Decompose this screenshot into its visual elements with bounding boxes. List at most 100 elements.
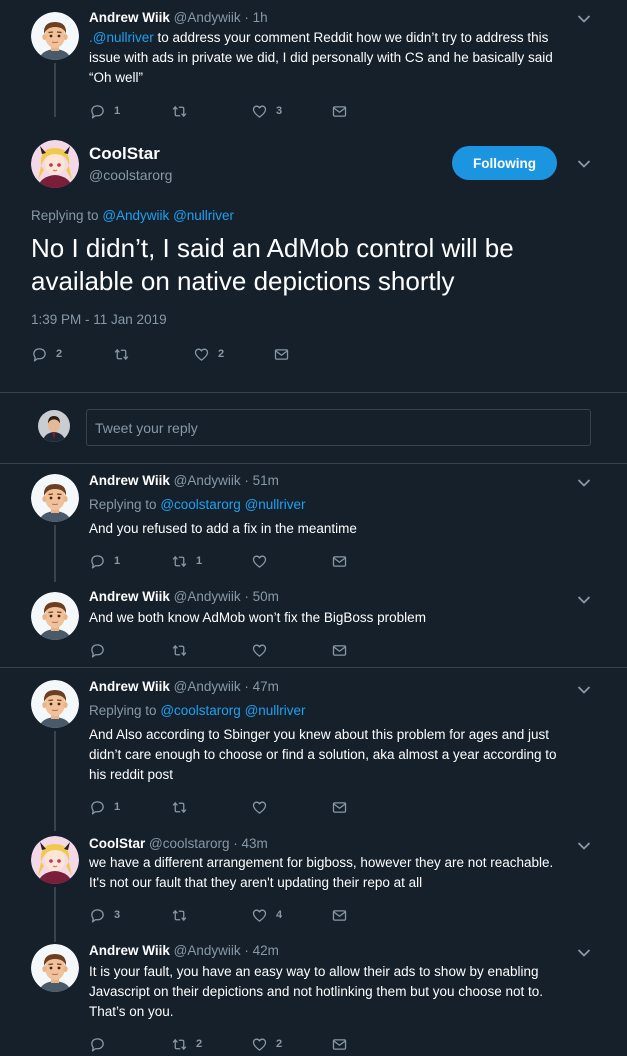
reply-button[interactable]	[89, 1034, 114, 1054]
mention-link[interactable]: @coolstarorg	[160, 703, 241, 718]
avatar[interactable]	[38, 410, 70, 442]
chevron-down-icon[interactable]	[577, 14, 591, 24]
retweet-button[interactable]	[171, 797, 196, 817]
author-name[interactable]: CoolStar	[89, 144, 160, 164]
chevron-down-icon[interactable]	[577, 948, 591, 958]
mention-link[interactable]: .@nullriver	[89, 30, 154, 45]
retweet-button[interactable]	[171, 640, 196, 660]
dm-button[interactable]	[273, 344, 298, 364]
heart-icon	[251, 1036, 268, 1053]
avatar[interactable]	[31, 140, 79, 188]
author-handle[interactable]: @Andywiik	[174, 943, 241, 958]
author-name[interactable]: Andrew Wiik	[89, 589, 170, 604]
tweet-text: .@nullriver to address your comment Redd…	[89, 28, 589, 88]
like-button[interactable]	[251, 551, 276, 571]
retweet-icon	[171, 1036, 188, 1053]
author-handle[interactable]: @coolstarorg	[89, 167, 172, 183]
dm-button[interactable]	[331, 905, 356, 925]
retweet-count: 1	[196, 555, 203, 567]
author-handle[interactable]: @Andywiik	[174, 589, 241, 604]
retweet-button[interactable]: 1	[171, 551, 202, 571]
dm-button[interactable]	[331, 101, 356, 121]
heart-icon	[251, 553, 268, 570]
author-name[interactable]: Andrew Wiik	[89, 10, 170, 25]
chevron-down-icon[interactable]	[577, 595, 591, 605]
author-name[interactable]: Andrew Wiik	[89, 473, 170, 488]
avatar[interactable]	[31, 680, 79, 728]
mention-link[interactable]: @Andywiik	[102, 208, 169, 223]
chevron-down-icon[interactable]	[577, 841, 591, 851]
tweet-time[interactable]: · 50m	[244, 589, 279, 604]
chevron-down-icon[interactable]	[577, 478, 591, 488]
reply-button[interactable]	[89, 640, 114, 660]
reply-button[interactable]: 1	[89, 101, 120, 121]
retweet-button[interactable]	[171, 905, 196, 925]
author-name[interactable]: Andrew Wiik	[89, 943, 170, 958]
like-count: 3	[276, 105, 283, 117]
author-handle[interactable]: @Andywiik	[174, 679, 241, 694]
author-name[interactable]: CoolStar	[89, 836, 145, 851]
avatar[interactable]	[31, 944, 79, 992]
avatar[interactable]	[31, 474, 79, 522]
retweet-button[interactable]	[171, 101, 196, 121]
avatar[interactable]	[31, 836, 79, 884]
retweet-button[interactable]: 2	[171, 1034, 202, 1054]
mention-link[interactable]: @coolstarorg	[160, 497, 241, 512]
chevron-down-icon[interactable]	[577, 159, 591, 169]
tweet-text-line: available on native depictions shortly	[31, 266, 455, 296]
chevron-down-icon[interactable]	[577, 685, 591, 695]
like-button[interactable]: 3	[251, 101, 282, 121]
reply-button[interactable]: 3	[89, 905, 120, 925]
envelope-icon	[331, 907, 348, 924]
dm-button[interactable]	[331, 551, 356, 571]
tweet-time[interactable]: · 42m	[244, 943, 279, 958]
tweet-time[interactable]: · 47m	[244, 679, 279, 694]
tweet-text-line: issue with ads in private we did, I did …	[89, 50, 553, 65]
tweet-text-line: his reddit post	[89, 767, 174, 782]
reply-button[interactable]: 1	[89, 551, 120, 571]
like-button[interactable]	[251, 797, 276, 817]
avatar[interactable]	[31, 592, 79, 640]
dm-button[interactable]	[331, 797, 356, 817]
author-name[interactable]: Andrew Wiik	[89, 679, 170, 694]
tweet-header: Andrew Wiik @Andywiik · 51m	[89, 473, 279, 488]
envelope-icon	[331, 799, 348, 816]
like-button[interactable]: 2	[193, 344, 224, 364]
tweet-time[interactable]: · 51m	[244, 473, 279, 488]
like-button[interactable]: 4	[251, 905, 282, 925]
heart-icon	[251, 907, 268, 924]
dm-button[interactable]	[331, 640, 356, 660]
envelope-icon	[331, 642, 348, 659]
mention-link[interactable]: @nullriver	[245, 497, 306, 512]
replying-to-label: Replying to	[89, 497, 157, 512]
author-handle[interactable]: @Andywiik	[174, 473, 241, 488]
dm-button[interactable]	[331, 1034, 356, 1054]
reply-count: 1	[114, 801, 121, 813]
reply-count: 2	[56, 348, 63, 360]
like-count: 2	[276, 1038, 283, 1050]
tweet-text-line: Javascript on their depictions and not h…	[89, 984, 544, 999]
tweet-timestamp[interactable]: 1:39 PM - 11 Jan 2019	[31, 312, 167, 327]
like-button[interactable]	[251, 640, 276, 660]
mention-link[interactable]: @nullriver	[245, 703, 306, 718]
reply-button[interactable]: 2	[31, 344, 62, 364]
thread-line	[54, 63, 56, 117]
retweet-button[interactable]	[113, 344, 138, 364]
thread-line	[54, 731, 56, 831]
following-button[interactable]: Following	[452, 146, 557, 180]
like-button[interactable]: 2	[251, 1034, 282, 1054]
tweet-text: we have a different arrangement for bigb…	[89, 853, 589, 893]
tweet-time[interactable]: · 1h	[244, 10, 267, 25]
author-handle[interactable]: @Andywiik	[174, 10, 241, 25]
reply-button[interactable]: 1	[89, 797, 120, 817]
mention-link[interactable]: @nullriver	[173, 208, 234, 223]
tweet-text-line: didn’t care enough to choose or find a s…	[89, 747, 557, 762]
tweet-time[interactable]: · 43m	[233, 836, 268, 851]
avatar[interactable]	[31, 12, 79, 60]
reply-input[interactable]	[86, 409, 591, 446]
author-handle[interactable]: @coolstarorg	[149, 836, 230, 851]
retweet-icon	[171, 799, 188, 816]
retweet-icon	[171, 553, 188, 570]
replying-to: Replying to @coolstarorg @nullriver	[89, 701, 589, 721]
tweet-header: Andrew Wiik @Andywiik · 50m	[89, 589, 279, 604]
